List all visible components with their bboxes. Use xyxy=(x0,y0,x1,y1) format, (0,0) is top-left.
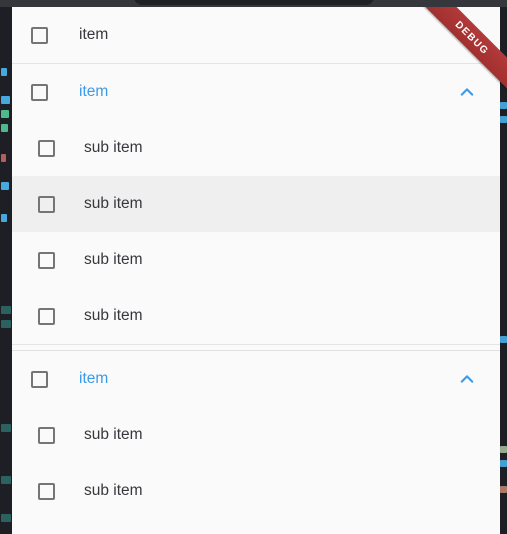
list-item-label: sub item xyxy=(84,139,143,157)
editor-right-sliver xyxy=(500,6,507,534)
checkbox-box-icon[interactable] xyxy=(37,426,55,444)
checkbox-unchecked[interactable] xyxy=(30,370,48,388)
list-item-label: item xyxy=(79,26,109,44)
code-fragment xyxy=(1,320,11,328)
checkbox-unchecked[interactable] xyxy=(30,83,48,101)
window-top-chrome xyxy=(0,0,507,7)
code-fragment xyxy=(500,446,507,453)
checkbox-list-panel: item item sub item sub item sub item sub item… xyxy=(12,7,500,534)
chevron-up-icon[interactable] xyxy=(456,368,478,390)
checkbox-unchecked[interactable] xyxy=(30,26,48,44)
list-item-label: item xyxy=(79,83,109,101)
device-notch xyxy=(133,0,374,5)
checkbox-box-icon[interactable] xyxy=(37,139,55,157)
list-item[interactable]: sub item xyxy=(12,463,500,519)
checkbox-unchecked[interactable] xyxy=(37,426,55,444)
list-item-label: sub item xyxy=(84,426,143,444)
list-item-label: sub item xyxy=(84,195,143,213)
list-item[interactable]: item xyxy=(12,7,500,63)
list-item[interactable]: sub item xyxy=(12,232,500,288)
checkbox-box-icon[interactable] xyxy=(37,251,55,269)
list-item-label: sub item xyxy=(84,251,143,269)
list-item[interactable]: sub item xyxy=(12,288,500,344)
list-item-label: sub item xyxy=(84,307,143,325)
checkbox-box-icon[interactable] xyxy=(30,83,48,101)
code-fragment xyxy=(1,68,7,76)
code-fragment xyxy=(500,116,507,123)
code-fragment xyxy=(500,336,507,343)
checkbox-box-icon[interactable] xyxy=(37,195,55,213)
list-item[interactable]: sub item xyxy=(12,120,500,176)
list-item[interactable]: item xyxy=(12,351,500,407)
code-fragment xyxy=(1,96,10,104)
checkbox-unchecked[interactable] xyxy=(37,195,55,213)
checkbox-unchecked[interactable] xyxy=(37,482,55,500)
checkbox-unchecked[interactable] xyxy=(37,307,55,325)
list-item[interactable]: sub item xyxy=(12,407,500,463)
list-item[interactable]: sub item xyxy=(12,176,500,232)
list-item-label: item xyxy=(79,370,109,388)
code-fragment xyxy=(1,124,8,132)
list-item[interactable]: sub item xyxy=(12,519,500,534)
chevron-up-icon[interactable] xyxy=(456,81,478,103)
checkbox-box-icon[interactable] xyxy=(37,482,55,500)
code-fragment xyxy=(1,424,11,432)
code-fragment xyxy=(500,102,507,109)
code-fragment xyxy=(500,486,507,493)
list-item-label: sub item xyxy=(84,482,143,500)
checkbox-box-icon[interactable] xyxy=(37,307,55,325)
code-fragment xyxy=(1,306,11,314)
checkbox-unchecked[interactable] xyxy=(37,139,55,157)
code-fragment xyxy=(1,514,11,522)
editor-left-sliver xyxy=(0,6,12,534)
checkbox-box-icon[interactable] xyxy=(30,26,48,44)
list-item[interactable]: item xyxy=(12,64,500,120)
checkbox-box-icon[interactable] xyxy=(30,370,48,388)
code-fragment xyxy=(1,476,11,484)
code-fragment xyxy=(1,154,6,162)
code-fragment xyxy=(1,214,7,222)
code-fragment xyxy=(500,460,507,467)
code-fragment xyxy=(1,182,9,190)
checkbox-unchecked[interactable] xyxy=(37,251,55,269)
code-fragment xyxy=(1,110,9,118)
